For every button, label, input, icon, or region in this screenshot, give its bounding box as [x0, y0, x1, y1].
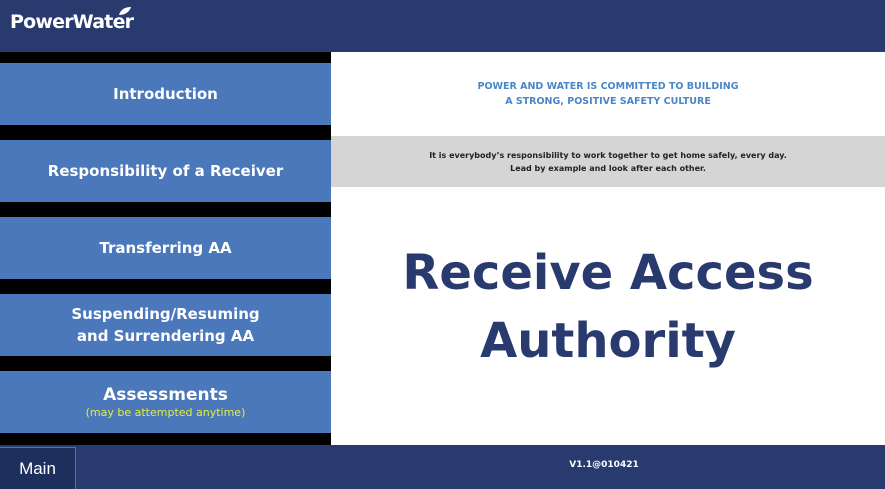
- safety-message-line-2: Lead by example and look after each othe…: [510, 163, 706, 173]
- version-label: V1.1@010421: [569, 460, 639, 470]
- sidebar-item-label: Transferring AA: [99, 239, 232, 257]
- sidebar-item-label: Responsibility of a Receiver: [47, 162, 284, 180]
- page-title-line-2: Authority: [480, 313, 736, 369]
- sidebar-item-suspending-resuming-surrendering-aa[interactable]: Suspending/Resuming and Surrendering AA: [0, 294, 331, 356]
- footer-bar: Main V1.1@010421: [0, 445, 885, 489]
- leaf-icon: [119, 7, 131, 15]
- sidebar-item-label: Assessments: [103, 385, 228, 405]
- safety-message-line-1: It is everybody’s responsibility to work…: [429, 150, 787, 160]
- sidebar-item-assessments[interactable]: Assessments (may be attempted anytime): [0, 371, 331, 433]
- sidebar-nav: Introduction Responsibility of a Receive…: [0, 52, 331, 445]
- sidebar-item-label-line2: and Surrendering AA: [76, 327, 255, 345]
- main-content: POWER AND WATER IS COMMITTED TO BUILDING…: [331, 52, 885, 445]
- page-title: Receive Access Authority: [331, 239, 885, 375]
- sidebar-item-introduction[interactable]: Introduction: [0, 63, 331, 125]
- header-bar: PowerWater: [0, 0, 885, 52]
- sidebar-item-responsibility-of-a-receiver[interactable]: Responsibility of a Receiver: [0, 140, 331, 202]
- commitment-line-2: A STRONG, POSITIVE SAFETY CULTURE: [505, 96, 711, 107]
- commitment-line-1: POWER AND WATER IS COMMITTED TO BUILDING: [477, 81, 739, 92]
- page-title-line-1: Receive Access: [402, 245, 814, 301]
- sidebar-item-label: Introduction: [113, 85, 218, 103]
- powerwater-logo: PowerWater: [10, 11, 134, 33]
- sidebar-item-sublabel: (may be attempted anytime): [85, 406, 246, 419]
- safety-commitment-heading: POWER AND WATER IS COMMITTED TO BUILDING…: [331, 79, 885, 109]
- sidebar-item-label: Suspending/Resuming: [71, 305, 260, 323]
- sidebar-item-transferring-aa[interactable]: Transferring AA: [0, 217, 331, 279]
- main-tab[interactable]: Main: [0, 447, 76, 489]
- safety-message-band: It is everybody’s responsibility to work…: [331, 136, 885, 187]
